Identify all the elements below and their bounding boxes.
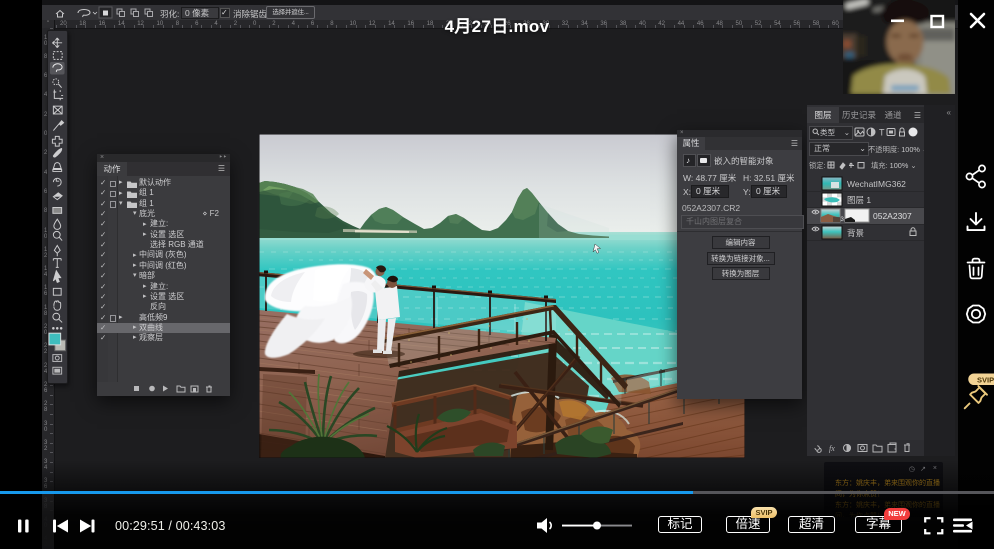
svg-text:背景: 背景 — [847, 228, 864, 238]
svg-text:fx: fx — [829, 444, 835, 453]
svg-text:SVIP: SVIP — [977, 376, 994, 385]
svg-text:WechatIMG362: WechatIMG362 — [847, 179, 906, 189]
svg-text:T: T — [879, 128, 885, 138]
svg-text:052A2307: 052A2307 — [873, 211, 912, 221]
svg-text:图层 1: 图层 1 — [847, 195, 871, 205]
